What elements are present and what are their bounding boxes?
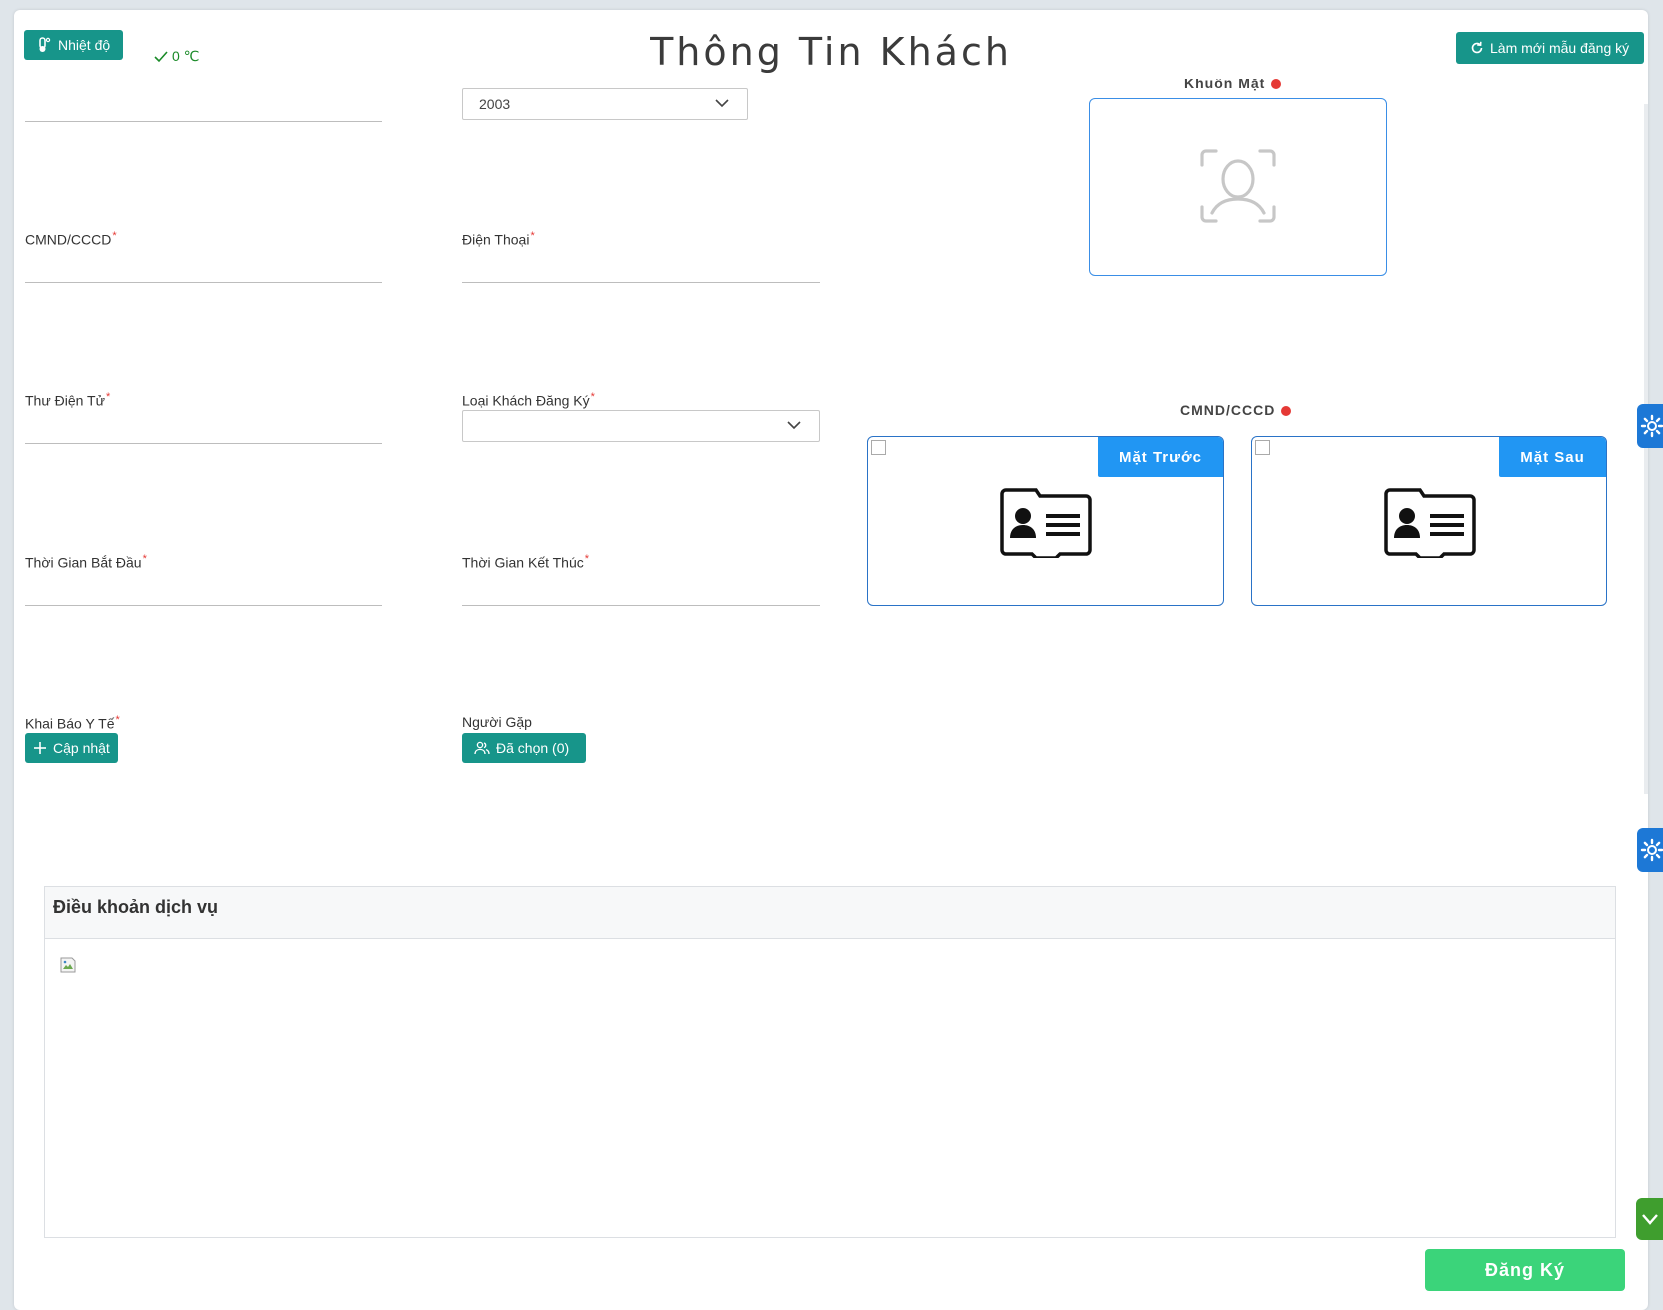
start-time-label: Thời Gian Bắt Đầu* (25, 553, 147, 571)
id-back-checkbox[interactable] (1255, 440, 1270, 455)
id-back-box[interactable]: Mặt Sau (1251, 436, 1607, 606)
broken-image-icon (60, 957, 76, 973)
guest-type-select[interactable] (462, 410, 820, 442)
refresh-form-button[interactable]: Làm mới mẫu đăng ký (1456, 32, 1644, 64)
tab-front[interactable]: Mặt Trước (1098, 437, 1223, 477)
id-card-icon (1000, 488, 1092, 558)
birth-year-value: 2003 (479, 96, 511, 112)
health-declaration-label: Khai Báo Y Tế* (25, 714, 120, 732)
tab-back[interactable]: Mặt Sau (1499, 437, 1606, 477)
terms-title: Điều khoản dịch vụ (45, 887, 1615, 939)
settings-tab-bottom[interactable] (1637, 828, 1663, 872)
email-label: Thư Điện Tử* (25, 391, 111, 409)
id-card-icon (1384, 488, 1476, 558)
start-time-field[interactable] (25, 605, 382, 606)
birth-year-select[interactable]: 2003 (462, 88, 748, 120)
email-field[interactable] (25, 443, 382, 444)
face-label: Khuôn Mặt (1184, 79, 1282, 93)
scroll-down-tab[interactable] (1636, 1198, 1663, 1240)
refresh-form-label: Làm mới mẫu đăng ký (1490, 40, 1630, 56)
id-front-box[interactable]: Mặt Trước (867, 436, 1224, 606)
chevron-down-icon (787, 421, 801, 430)
id-number-label: CMND/CCCD* (25, 230, 117, 248)
users-icon (474, 741, 490, 755)
id-number-field[interactable] (25, 282, 382, 283)
meet-person-count: Đã chọn (0) (496, 740, 570, 756)
name-field[interactable] (25, 121, 382, 122)
terms-panel: Điều khoản dịch vụ (44, 886, 1616, 1238)
health-update-label: Cập nhật (53, 740, 110, 756)
end-time-field[interactable] (462, 605, 820, 606)
chevron-down-icon (1641, 1214, 1658, 1225)
guest-type-label: Loại Khách Đăng Ký* (462, 391, 595, 409)
id-photo-label: CMND/CCCD (1180, 402, 1292, 418)
face-photo-box[interactable] (1089, 98, 1387, 276)
page-title: Thông Tin Khách (650, 30, 1012, 74)
meet-person-label: Người Gặp (462, 714, 532, 730)
phone-label: Điện Thoại* (462, 230, 535, 248)
end-time-label: Thời Gian Kết Thúc* (462, 553, 590, 571)
meet-person-button[interactable]: Đã chọn (0) (462, 733, 586, 763)
register-button[interactable]: Đăng Ký (1425, 1249, 1625, 1291)
phone-field[interactable] (462, 282, 820, 283)
scrollbar[interactable] (1644, 104, 1648, 794)
settings-tab-top[interactable] (1637, 404, 1663, 448)
gear-icon (1640, 838, 1663, 862)
plus-icon (34, 742, 46, 754)
face-scan-icon (1200, 149, 1276, 223)
refresh-icon (1471, 41, 1483, 54)
chevron-down-icon (715, 99, 729, 108)
gear-icon (1640, 414, 1663, 438)
health-update-button[interactable]: Cập nhật (25, 733, 118, 763)
id-front-checkbox[interactable] (871, 440, 886, 455)
